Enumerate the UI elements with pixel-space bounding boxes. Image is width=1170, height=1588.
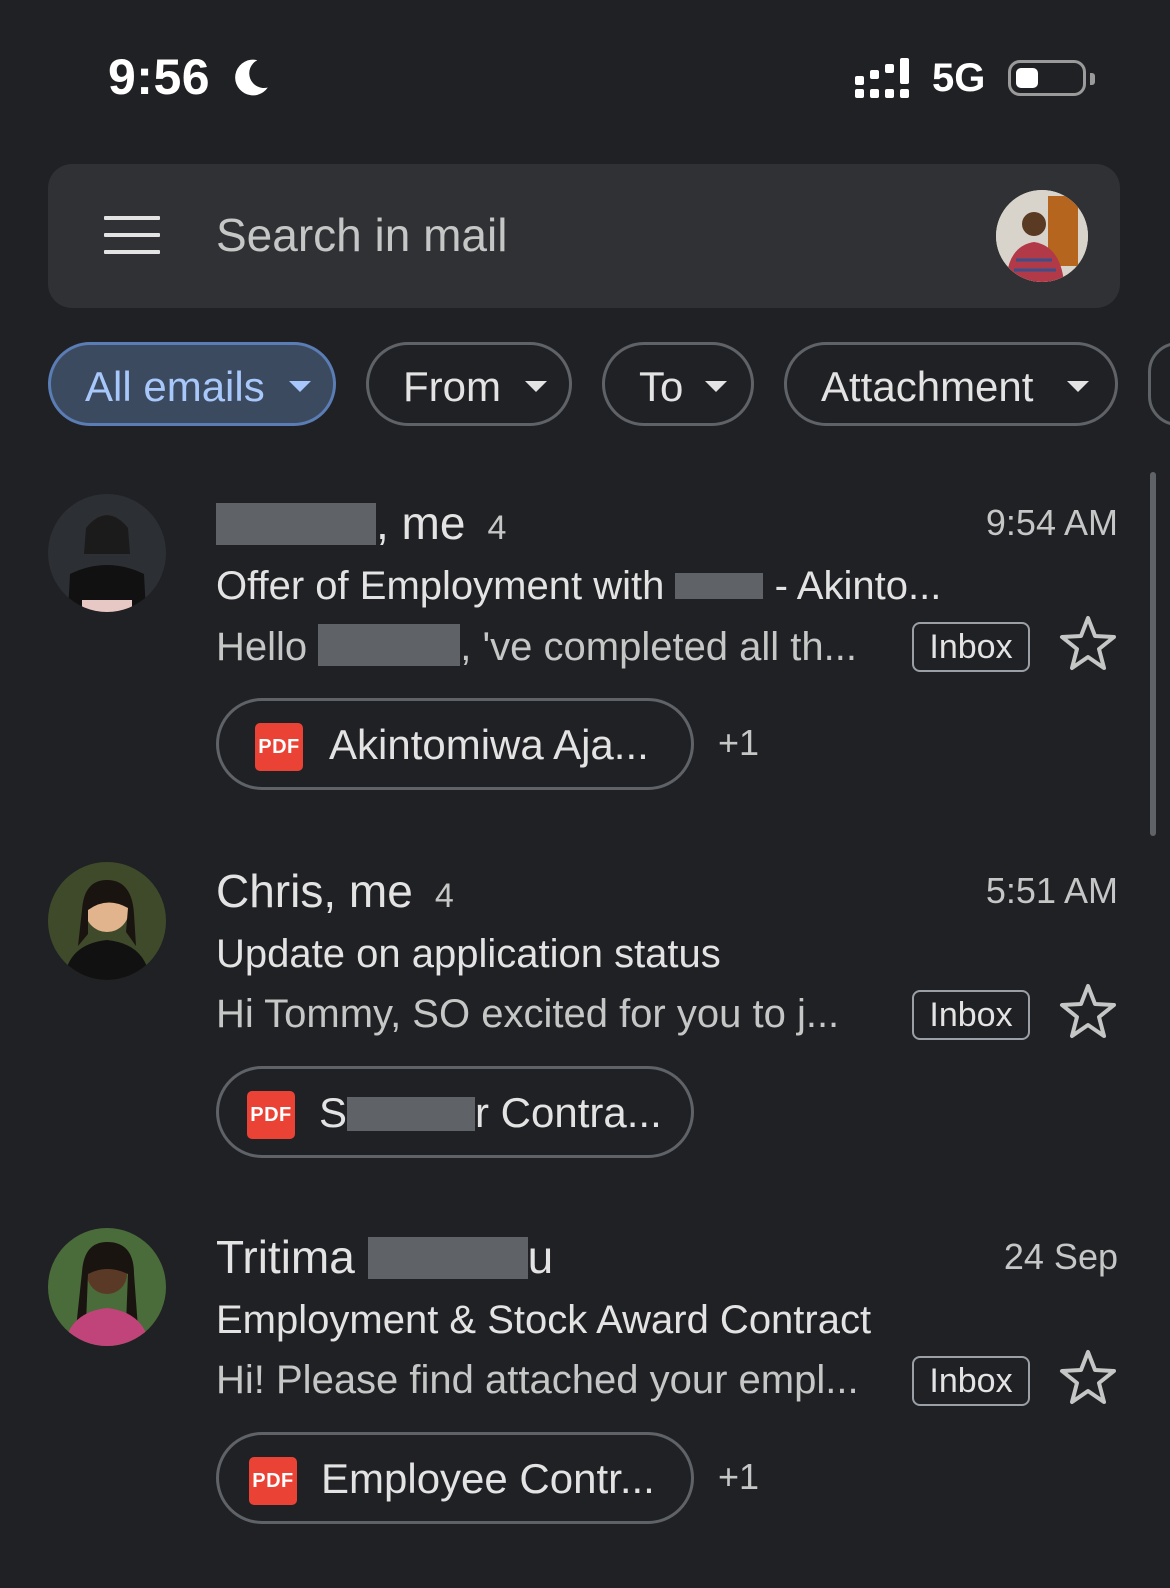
sender-name: Chris, me 4 [216, 865, 454, 917]
star-icon[interactable] [1058, 1348, 1118, 1408]
attachment-chip[interactable]: PDF Employee Contr... [216, 1432, 694, 1524]
inbox-label: Inbox [912, 990, 1030, 1040]
star-icon[interactable] [1058, 614, 1118, 674]
star-icon[interactable] [1058, 982, 1118, 1042]
attachment-name: Employee Contr... [321, 1455, 655, 1502]
chip-all-emails[interactable]: All emails [48, 342, 336, 426]
thread-count: 4 [487, 509, 507, 547]
redacted-block [347, 1097, 476, 1131]
chevron-down-icon [705, 381, 727, 392]
clock: 9:56 [108, 49, 211, 105]
battery-icon [1008, 60, 1095, 96]
email-subject: Update on application status [216, 932, 721, 976]
redacted-block [216, 503, 376, 545]
redacted-block [318, 624, 461, 666]
email-snippet: Hi! Please find attached your empl... [216, 1358, 859, 1402]
email-snippet: Hello , 've completed all th... [216, 624, 857, 669]
email-row[interactable]: Chris, me 4 5:51 AM Update on application… [0, 862, 1170, 1202]
chip-attachment[interactable]: Attachment [784, 342, 1118, 426]
email-time: 9:54 AM [985, 502, 1118, 543]
sender-avatar [48, 862, 166, 980]
redacted-block [367, 1237, 528, 1279]
email-row[interactable]: , me 4 9:54 AM Offer of Employment with -… [0, 494, 1170, 834]
thread-count: 4 [434, 877, 454, 915]
pdf-icon: PDF [255, 723, 303, 771]
signal-strength-icon [855, 58, 909, 98]
email-subject: Employment & Stock Award Contract [216, 1298, 872, 1342]
email-subject: Offer of Employment with - Akinto... [216, 564, 942, 608]
attachment-chip[interactable]: PDF Sr Contra... [216, 1066, 694, 1158]
status-bar: 9:56 5G [0, 0, 1170, 150]
email-row[interactable]: Tritima u 24 Sep Employment & Stock Awar… [0, 1228, 1170, 1568]
pdf-icon: PDF [247, 1091, 295, 1139]
more-attachments-count: +1 [718, 1456, 760, 1497]
attachment-name: Akintomiwa Aja... [329, 721, 649, 768]
email-snippet: Hi Tommy, SO excited for you to j... [216, 992, 840, 1036]
do-not-disturb-moon-icon [235, 59, 268, 96]
inbox-label: Inbox [912, 622, 1030, 672]
chevron-down-icon [1067, 381, 1089, 392]
scrollbar[interactable] [1150, 472, 1156, 836]
search-input[interactable]: Search in mail [216, 208, 507, 262]
chip-more[interactable] [1148, 342, 1170, 426]
email-time: 24 Sep [1003, 1236, 1118, 1277]
sender-avatar [48, 1228, 166, 1346]
search-bar[interactable]: Search in mail [48, 164, 1120, 308]
chevron-down-icon [289, 381, 311, 392]
chip-to[interactable]: To [602, 342, 754, 426]
chip-from[interactable]: From [366, 342, 572, 426]
sender-name: Tritima u [216, 1231, 554, 1283]
chevron-down-icon [525, 381, 547, 392]
more-attachments-count: +1 [718, 722, 760, 763]
attachment-name: Sr Contra... [319, 1089, 662, 1136]
attachment-chip[interactable]: PDF Akintomiwa Aja... [216, 698, 694, 790]
redacted-block [675, 573, 764, 599]
network-type: 5G [932, 56, 986, 100]
sender-name: , me 4 [216, 496, 506, 550]
sender-avatar [48, 494, 166, 612]
email-time: 5:51 AM [985, 870, 1118, 911]
inbox-label: Inbox [912, 1356, 1030, 1406]
menu-icon[interactable] [104, 216, 160, 256]
account-avatar[interactable] [996, 190, 1088, 282]
pdf-icon: PDF [249, 1457, 297, 1505]
